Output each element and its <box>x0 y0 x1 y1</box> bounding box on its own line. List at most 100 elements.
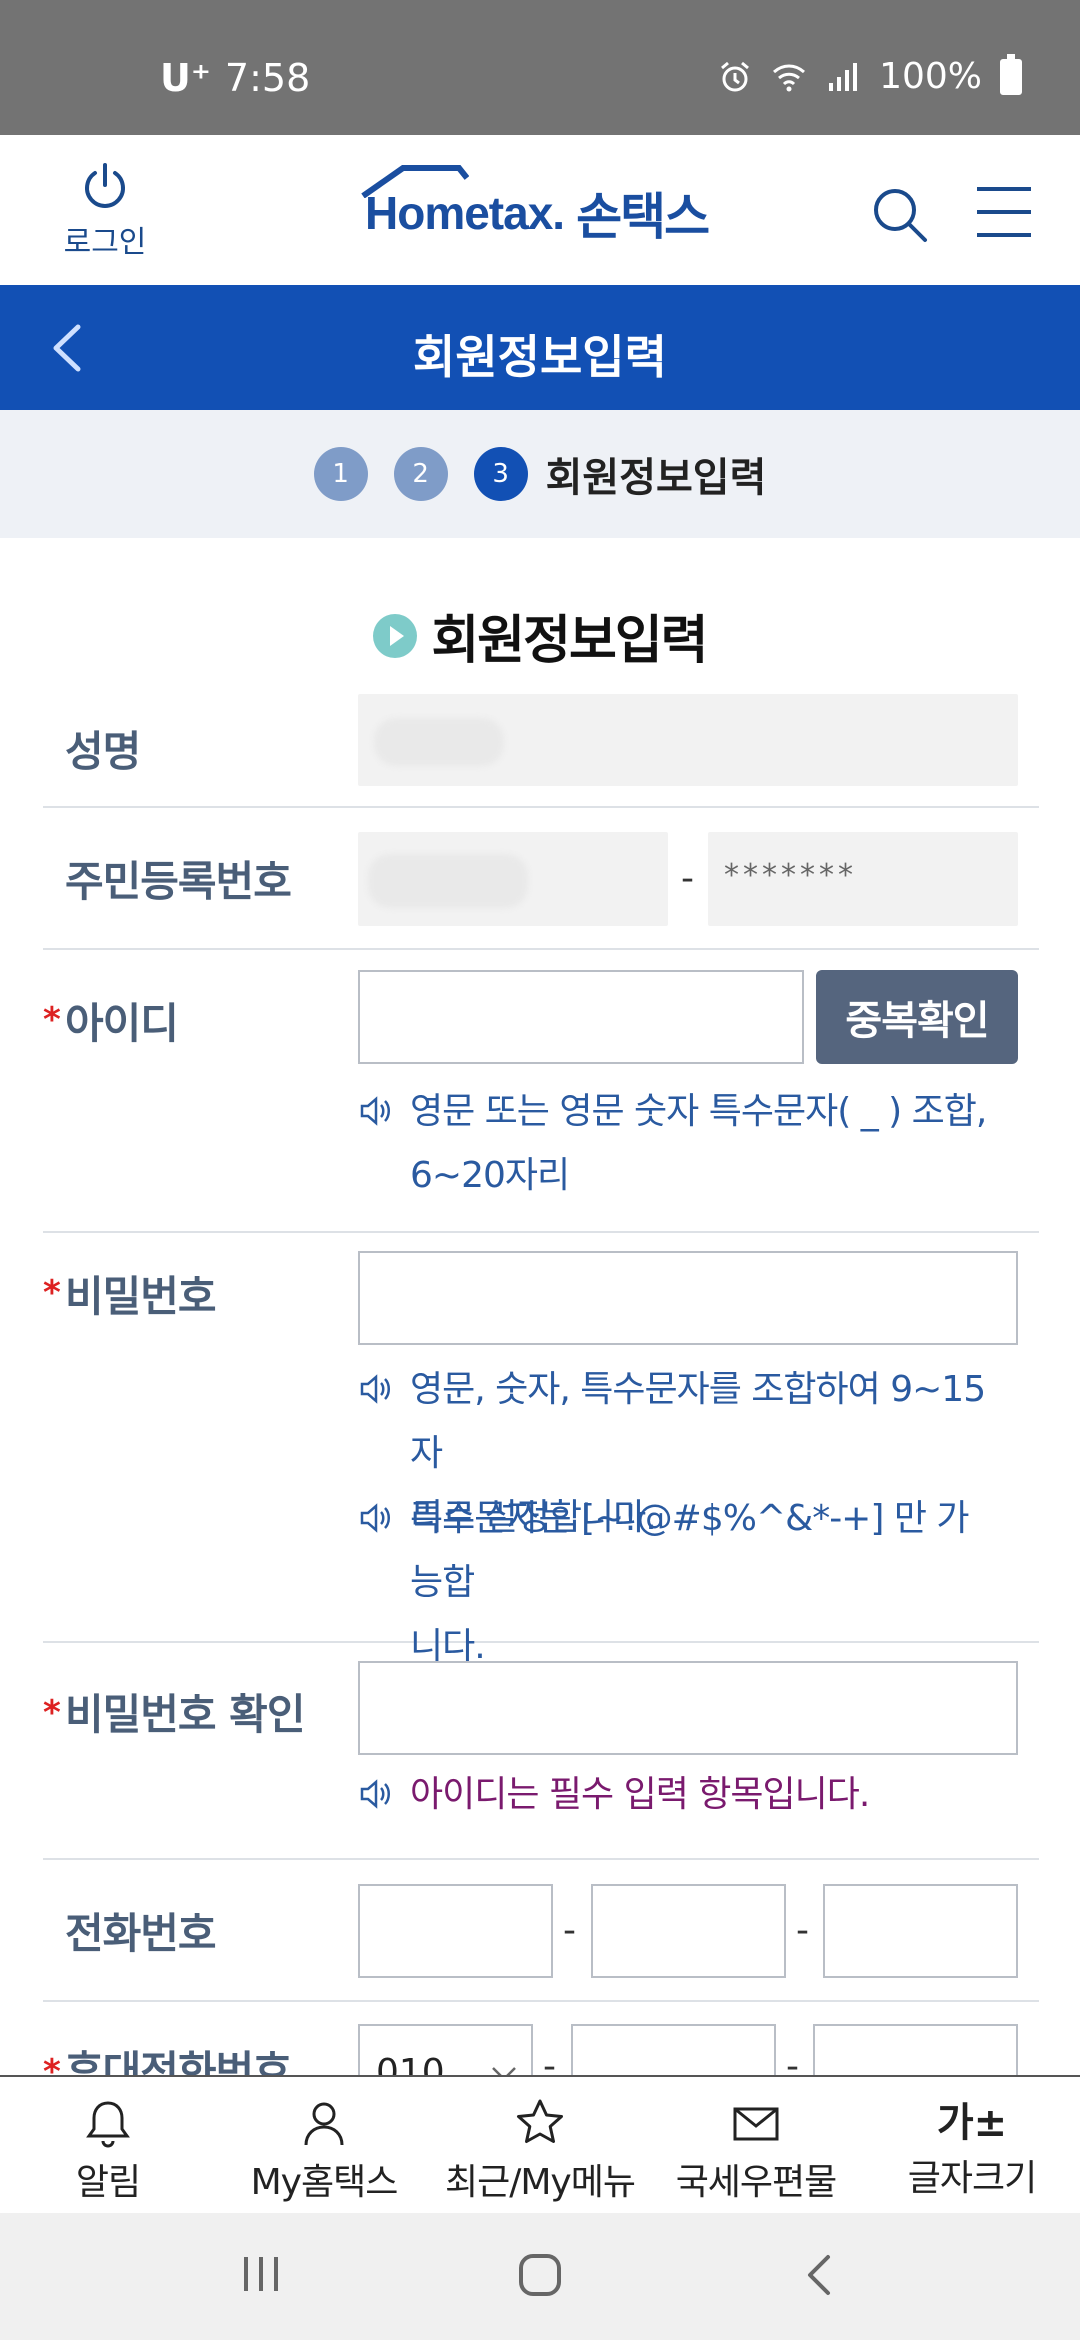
step-indicator: 1 2 3 회원정보입력 <box>0 410 1080 538</box>
mobile-prefix-value: 010 <box>376 2052 445 2075</box>
form-row-name: 성명 <box>43 690 1039 808</box>
id-hint-line1: 영문 또는 영문 숫자 특수문자( _ ) 조합, <box>410 1091 987 1132</box>
phone-part1-input[interactable] <box>358 1884 553 1978</box>
form-row-phone: 전화번호 - - <box>43 1860 1039 2002</box>
hometax-logo[interactable]: Hometax. 손택스 <box>361 165 710 253</box>
id-hint-line2: 6~20자리 <box>410 1155 570 1196</box>
name-field <box>358 694 1018 786</box>
nav-recent-menu-label: 최근/My메뉴 <box>445 2162 636 2203</box>
carrier-label: U⁺ <box>160 56 211 100</box>
phone-dash-1: - <box>563 1910 576 1951</box>
logo-text-en: Hometax. <box>361 165 565 240</box>
rrn-label: 주민등록번호 <box>65 857 292 906</box>
mobile-dash-2: - <box>786 2046 799 2075</box>
mail-icon <box>733 2107 779 2141</box>
mobile-prefix-select[interactable]: 010 <box>358 2024 533 2075</box>
login-label: 로그인 <box>63 225 147 260</box>
section-title-text: 회원정보입력 <box>431 611 708 671</box>
phone-part3-input[interactable] <box>823 1884 1018 1978</box>
clock: 7:58 <box>224 56 311 100</box>
name-label: 성명 <box>65 727 141 776</box>
battery-icon <box>1000 53 1022 95</box>
id-label: 아이디 <box>65 999 179 1048</box>
signal-icon <box>829 62 858 91</box>
app-header: 로그인 Hometax. 손택스 <box>0 135 1080 285</box>
phone-part2-input[interactable] <box>591 1884 786 1978</box>
nav-alerts[interactable]: 알림 <box>0 2077 216 2213</box>
nav-my-hometax-label: My홈택스 <box>250 2162 399 2203</box>
form-row-id: * 아이디 중복확인 영문 또는 영문 숫자 특수문자( _ ) 조합, 6~2… <box>43 950 1039 1233</box>
password-confirm-label: 비밀번호 확인 <box>65 1690 305 1739</box>
speaker-icon <box>360 1503 390 1533</box>
section-title: 회원정보입력 <box>0 598 1080 673</box>
redacted-name <box>374 718 504 766</box>
logo-roof-icon <box>361 165 469 198</box>
status-bar: U⁺ 7:58 100% <box>0 0 1080 135</box>
recent-apps-icon[interactable] <box>238 2251 284 2297</box>
nav-tax-mail[interactable]: 국세우편물 <box>648 2077 864 2213</box>
bottom-nav: 알림 My홈택스 최근/My메뉴 국세우편물 가± 글자크기 <box>0 2075 1080 2213</box>
id-hint: 영문 또는 영문 숫자 특수문자( _ ) 조합, 6~20자리 <box>358 1080 998 1208</box>
hamburger-menu-icon[interactable] <box>975 185 1033 239</box>
mobile-dash-1: - <box>543 2046 556 2075</box>
nav-alerts-label: 알림 <box>75 2162 141 2203</box>
required-marker: * <box>43 1273 61 1313</box>
page-title: 회원정보입력 <box>413 330 667 384</box>
password-confirm-input[interactable] <box>358 1661 1018 1755</box>
form-row-password-confirm: * 비밀번호 확인 아이디는 필수 입력 항목입니다. <box>43 1643 1039 1860</box>
speaker-icon <box>360 1096 390 1126</box>
nav-font-size[interactable]: 가± 글자크기 <box>864 2077 1080 2213</box>
validation-error: 아이디는 필수 입력 항목입니다. <box>358 1763 998 1827</box>
mobile-part3-input[interactable] <box>813 2024 1018 2075</box>
nav-tax-mail-label: 국세우편물 <box>675 2162 838 2203</box>
play-circle-icon <box>373 613 418 658</box>
nav-recent-menu[interactable]: 최근/My메뉴 <box>432 2077 648 2213</box>
nav-font-size-label: 글자크기 <box>907 2158 1037 2199</box>
battery-percent: 100% <box>879 56 982 97</box>
step-2: 2 <box>393 447 448 501</box>
rrn-masked-value: ******* <box>724 858 857 893</box>
title-bar: 회원정보입력 <box>0 285 1080 410</box>
font-size-icon: 가± <box>936 2100 1008 2146</box>
duplicate-check-button[interactable]: 중복확인 <box>816 970 1018 1064</box>
wifi-icon <box>773 64 806 91</box>
status-left: U⁺ 7:58 <box>160 56 310 100</box>
rrn-dash: - <box>681 858 694 899</box>
mobile-part2-input[interactable] <box>571 2024 776 2075</box>
login-button[interactable]: 로그인 <box>50 161 160 261</box>
mobile-label: 휴대전화번호 <box>65 2047 292 2075</box>
form-row-rrn: 주민등록번호 - ******* <box>43 808 1039 950</box>
rrn-front-field <box>358 832 668 926</box>
alarm-icon <box>721 61 750 91</box>
speaker-icon <box>360 1779 390 1809</box>
step-1: 1 <box>313 447 368 501</box>
password-label: 비밀번호 <box>65 1272 217 1321</box>
required-marker: * <box>43 1000 61 1040</box>
nav-my-hometax[interactable]: My홈택스 <box>216 2077 432 2213</box>
id-input[interactable] <box>358 970 804 1064</box>
search-icon[interactable] <box>870 185 930 245</box>
back-icon[interactable] <box>802 2251 838 2299</box>
logo-text-ko: 손택스 <box>576 188 710 246</box>
speaker-icon <box>360 1374 390 1404</box>
person-icon <box>304 2102 344 2146</box>
phone-dash-2: - <box>796 1910 809 1951</box>
required-marker: * <box>43 2052 61 2075</box>
system-nav-bar <box>0 2213 1080 2340</box>
chevron-down-icon <box>492 2067 516 2075</box>
bell-icon <box>86 2101 130 2148</box>
phone-label: 전화번호 <box>65 1909 217 1958</box>
step-3-active: 3 <box>473 447 528 501</box>
rrn-back-field: ******* <box>708 832 1018 926</box>
status-right: 100% <box>717 53 1022 97</box>
password-hint2-line1: 특수문자는 [~!@#$%^&*-+] 만 가능합 <box>410 1498 970 1603</box>
validation-error-text: 아이디는 필수 입력 항목입니다. <box>410 1774 870 1815</box>
home-icon[interactable] <box>516 2251 564 2299</box>
required-marker: * <box>43 1693 61 1733</box>
redacted-rrn <box>368 854 528 908</box>
password-input[interactable] <box>358 1251 1018 1345</box>
form-row-password: * 비밀번호 영문, 숫자, 특수문자를 조합하여 9~15자 리로 설정합니다… <box>43 1233 1039 1667</box>
power-icon <box>85 163 125 208</box>
password-hint1-line1: 영문, 숫자, 특수문자를 조합하여 9~15자 <box>410 1369 986 1474</box>
active-step-label: 회원정보입력 <box>545 455 767 501</box>
